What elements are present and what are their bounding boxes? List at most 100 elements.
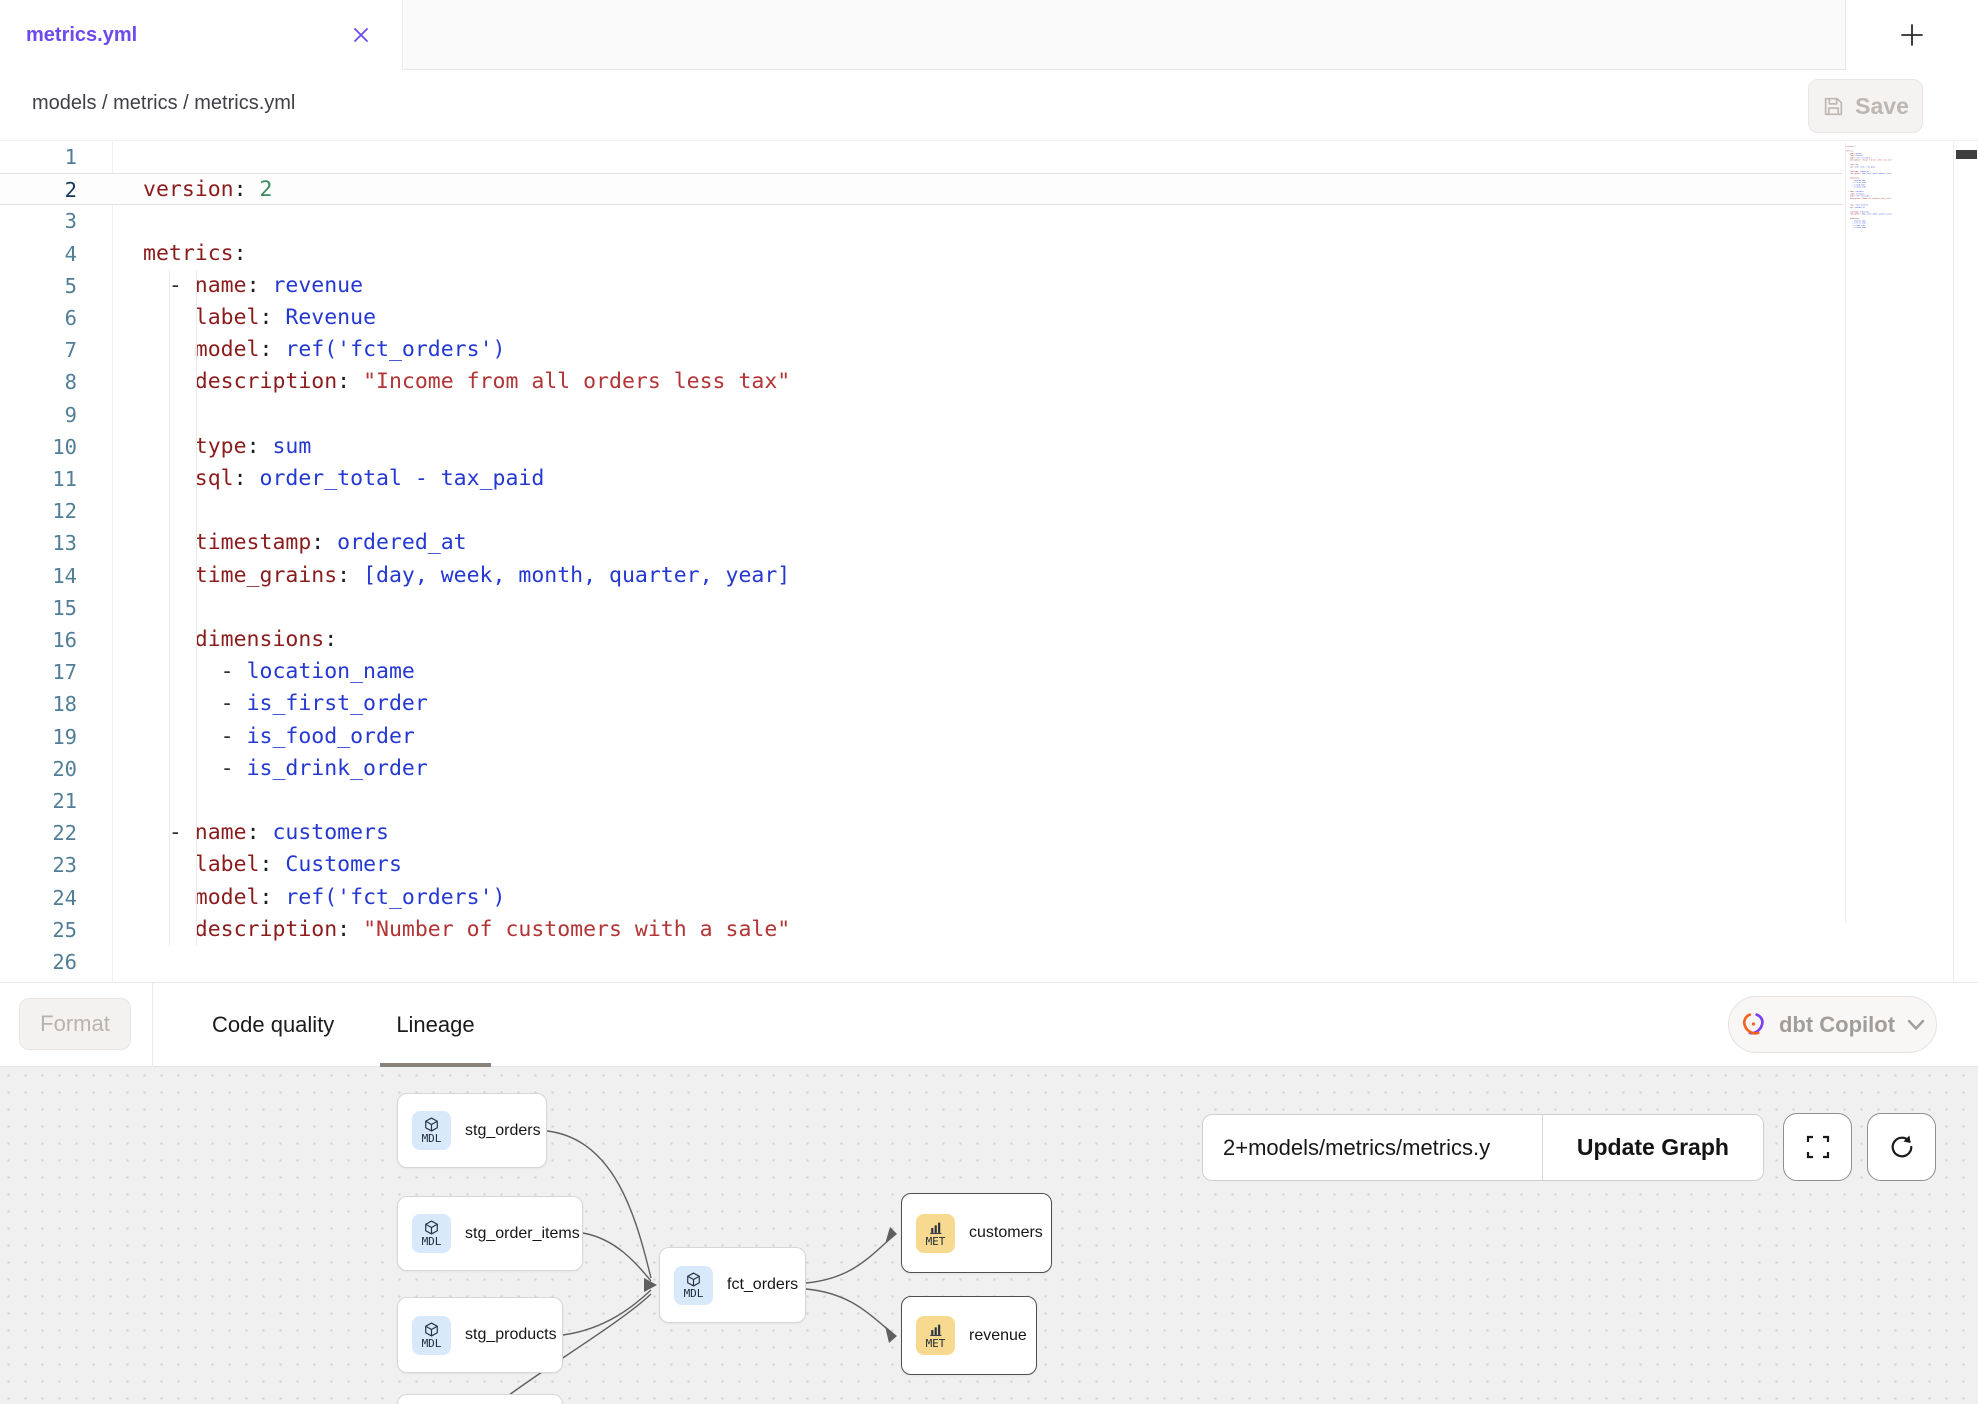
lineage-graph-canvas[interactable]: MDL stg_orders MDL stg_order_items MDL s… — [0, 1067, 1978, 1404]
tab-lineage[interactable]: Lineage — [396, 983, 474, 1067]
code-line-15[interactable]: 15 — [0, 592, 1843, 624]
close-icon[interactable] — [350, 24, 372, 46]
update-graph-button[interactable]: Update Graph — [1542, 1115, 1763, 1180]
node-label: stg_products — [465, 1326, 557, 1344]
lineage-node-stg-products[interactable]: MDL stg_products — [397, 1297, 563, 1373]
line-content: label: Customers — [143, 849, 402, 881]
line-number: 18 — [0, 688, 77, 720]
node-label: customers — [969, 1224, 1043, 1242]
code-line-8[interactable]: 8 description: "Income from all orders l… — [0, 366, 1843, 398]
line-number: 24 — [0, 882, 77, 914]
cube-icon — [424, 1117, 439, 1132]
code-line-6[interactable]: 6 label: Revenue — [0, 302, 1843, 334]
line-number: 7 — [0, 334, 77, 366]
line-number: 26 — [0, 946, 77, 978]
save-label: Save — [1855, 93, 1909, 120]
tab-code-quality[interactable]: Code quality — [212, 983, 334, 1067]
line-number: 1 — [0, 141, 77, 173]
line-content: model: ref('fct_orders') — [143, 882, 505, 914]
code-line-4[interactable]: 4 metrics: — [0, 238, 1843, 270]
refresh-button[interactable] — [1867, 1113, 1936, 1181]
code-line-1[interactable]: 1 — [0, 141, 1843, 173]
code-line-25[interactable]: 25 description: "Number of customers wit… — [0, 914, 1843, 946]
format-button[interactable]: Format — [19, 998, 131, 1050]
line-number: 17 — [0, 656, 77, 688]
line-content: model: ref('fct_orders') — [143, 334, 505, 366]
tab-metrics-yml[interactable]: metrics.yml — [0, 0, 403, 70]
line-content: sql: order_total - tax_paid — [143, 463, 544, 495]
save-icon — [1822, 95, 1845, 118]
line-number: 13 — [0, 527, 77, 559]
line-number: 15 — [0, 592, 77, 624]
save-button[interactable]: Save — [1808, 79, 1923, 133]
line-content: time_grains: [day, week, month, quarter,… — [143, 560, 790, 592]
line-content: description: "Income from all orders les… — [143, 366, 790, 398]
new-tab-button[interactable] — [1845, 0, 1978, 70]
badge-label: MDL — [422, 1338, 442, 1349]
code-line-16[interactable]: 16 dimensions: — [0, 624, 1843, 656]
code-line-22[interactable]: 22 - name: customers — [0, 817, 1843, 849]
ide-window: { "tabbar": { "active_tab": "metrics.yml… — [0, 0, 1978, 1404]
lineage-node-partial[interactable] — [397, 1394, 563, 1404]
toolbar-divider — [152, 983, 153, 1067]
line-number: 20 — [0, 753, 77, 785]
line-content: dimensions: — [143, 624, 337, 656]
lineage-node-customers[interactable]: MET customers — [901, 1193, 1052, 1273]
code-line-21[interactable]: 21 — [0, 785, 1843, 817]
code-line-10[interactable]: 10 type: sum — [0, 431, 1843, 463]
cube-icon — [424, 1322, 439, 1337]
lineage-selector-input[interactable] — [1203, 1115, 1542, 1180]
minimap[interactable]: version: 2metrics: - name: revenue label… — [1845, 143, 1953, 923]
tab-code-quality-label: Code quality — [212, 1012, 334, 1038]
code-line-23[interactable]: 23 label: Customers — [0, 849, 1843, 881]
breadcrumb: models / metrics / metrics.yml — [32, 92, 295, 115]
line-content: label: Revenue — [143, 302, 376, 334]
line-content: metrics: — [143, 238, 247, 270]
line-content: - location_name — [143, 656, 415, 688]
line-number: 16 — [0, 624, 77, 656]
node-label: revenue — [969, 1327, 1027, 1345]
scrollbar-thumb[interactable] — [1956, 150, 1977, 159]
code-editor[interactable]: 12version: 234 metrics:5 - name: revenue6… — [0, 141, 1978, 982]
badge-label: MDL — [422, 1133, 442, 1144]
model-badge: MDL — [674, 1266, 713, 1305]
lineage-node-stg-orders[interactable]: MDL stg_orders — [397, 1093, 547, 1168]
code-line-5[interactable]: 5 - name: revenue — [0, 270, 1843, 302]
dbt-copilot-button[interactable]: dbt Copilot — [1728, 996, 1937, 1053]
line-content: - is_first_order — [143, 688, 428, 720]
line-number: 19 — [0, 721, 77, 753]
code-line-13[interactable]: 13 timestamp: ordered_at — [0, 527, 1843, 559]
code-line-24[interactable]: 24 model: ref('fct_orders') — [0, 882, 1843, 914]
code-line-19[interactable]: 19 - is_food_order — [0, 721, 1843, 753]
line-number: 4 — [0, 238, 77, 270]
tab-strip-empty — [404, 0, 1845, 70]
code-line-11[interactable]: 11 sql: order_total - tax_paid — [0, 463, 1843, 495]
editor-scrollbar[interactable] — [1953, 141, 1978, 982]
line-number: 23 — [0, 849, 77, 881]
code-line-20[interactable]: 20 - is_drink_order — [0, 753, 1843, 785]
metric-badge: MET — [916, 1214, 955, 1253]
code-line-12[interactable]: 12 — [0, 495, 1843, 527]
code-line-18[interactable]: 18 - is_first_order — [0, 688, 1843, 720]
lineage-node-stg-order-items[interactable]: MDL stg_order_items — [397, 1196, 583, 1271]
code-line-9[interactable]: 9 — [0, 399, 1843, 431]
node-label: stg_order_items — [465, 1225, 580, 1243]
fullscreen-icon — [1804, 1133, 1832, 1161]
lineage-node-fct-orders[interactable]: MDL fct_orders — [659, 1247, 806, 1323]
code-line-2[interactable]: 2version: 2 — [0, 173, 1843, 205]
lineage-node-revenue[interactable]: MET revenue — [901, 1296, 1037, 1375]
code-line-7[interactable]: 7 model: ref('fct_orders') — [0, 334, 1843, 366]
line-content: - is_drink_order — [143, 753, 428, 785]
code-line-14[interactable]: 14 time_grains: [day, week, month, quart… — [0, 560, 1843, 592]
cube-icon — [686, 1272, 701, 1287]
node-label: stg_orders — [465, 1122, 541, 1140]
code-line-3[interactable]: 3 — [0, 205, 1843, 237]
badge-label: MET — [926, 1236, 946, 1247]
line-number: 2 — [0, 174, 77, 206]
metric-badge: MET — [916, 1316, 955, 1355]
code-line-26[interactable]: 26 — [0, 946, 1843, 978]
plus-icon — [1899, 22, 1925, 48]
code-line-17[interactable]: 17 - location_name — [0, 656, 1843, 688]
fullscreen-button[interactable] — [1783, 1113, 1852, 1181]
line-number: 21 — [0, 785, 77, 817]
